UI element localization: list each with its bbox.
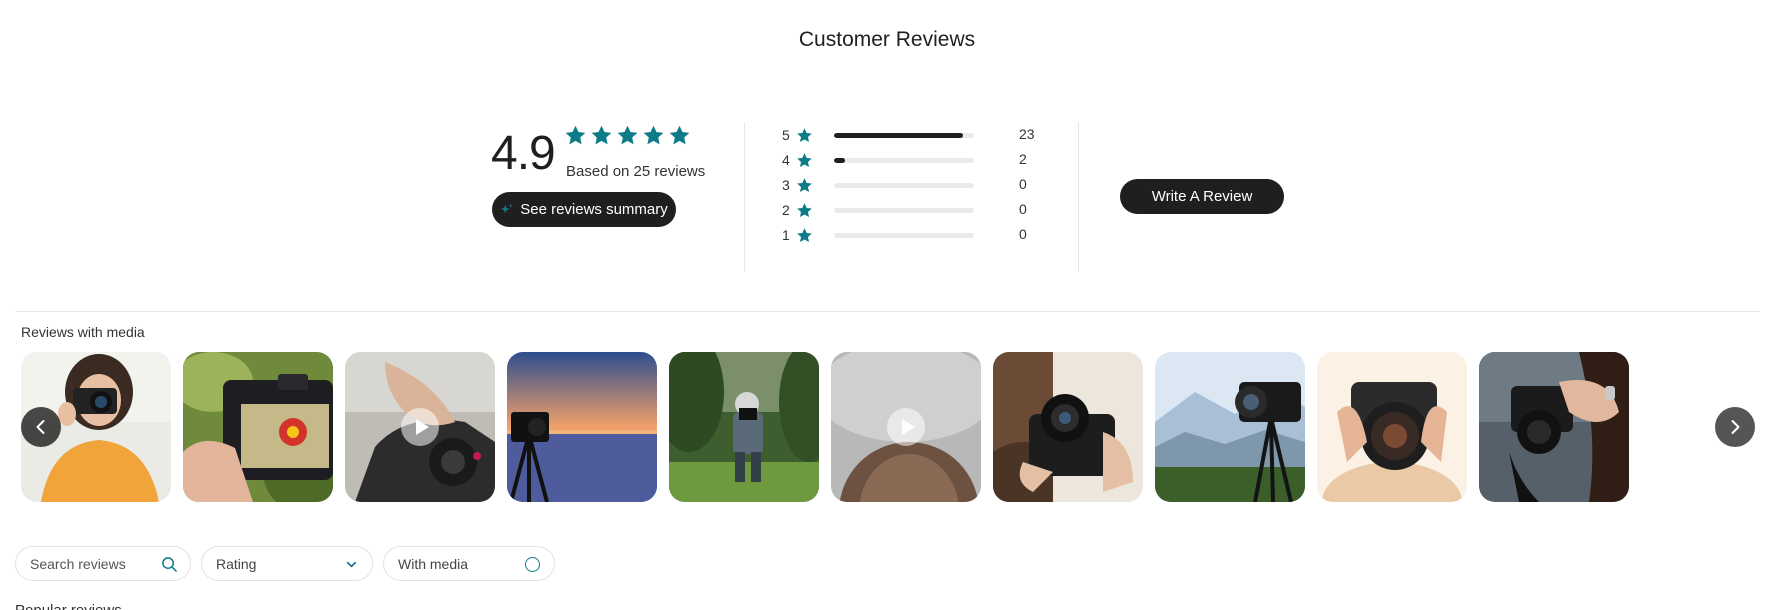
media-thumbnail[interactable] — [1317, 352, 1467, 502]
divider — [744, 122, 745, 272]
photo-sunset-tripod-icon — [507, 352, 657, 502]
average-rating: 4.9 — [491, 127, 556, 180]
photo-child-camera-icon — [669, 352, 819, 502]
photo-hands-dslr-icon — [993, 352, 1143, 502]
media-thumbnail[interactable] — [507, 352, 657, 502]
media-thumbnail[interactable] — [993, 352, 1143, 502]
rating-row-1[interactable]: 1 — [782, 224, 813, 246]
review-count-text: Based on 25 reviews — [566, 163, 706, 180]
rating-row-stars: 4 — [782, 152, 790, 168]
photo-mountain-tripod-icon — [1155, 352, 1305, 502]
search-input[interactable]: Search reviews — [15, 546, 191, 581]
rating-row-count: 2 — [1019, 151, 1027, 167]
star-icon — [797, 127, 812, 142]
rating-bar-track — [834, 158, 974, 163]
star-icon — [797, 152, 812, 167]
search-placeholder: Search reviews — [30, 555, 126, 572]
rating-row-count: 0 — [1019, 226, 1027, 242]
section-divider — [15, 311, 1760, 312]
play-icon — [401, 408, 439, 446]
carousel-next-button[interactable] — [1715, 407, 1755, 447]
rating-bar-track — [834, 183, 974, 188]
photo-lens-closeup-icon — [1317, 352, 1467, 502]
star-icon — [797, 202, 812, 217]
rating-row-count: 0 — [1019, 176, 1027, 192]
star-icon — [617, 125, 638, 145]
photo-camera-flower-icon — [183, 352, 333, 502]
rating-row-3[interactable]: 3 — [782, 174, 813, 196]
media-thumbnail[interactable] — [183, 352, 333, 502]
media-section-label: Reviews with media — [21, 324, 145, 340]
rating-bar-track — [834, 208, 974, 213]
chevron-right-icon — [1731, 420, 1740, 434]
media-thumbnail[interactable] — [1155, 352, 1305, 502]
with-media-toggle[interactable]: With media — [383, 546, 555, 581]
divider — [1078, 122, 1079, 272]
rating-row-stars: 5 — [782, 127, 790, 143]
chevron-down-icon — [346, 561, 357, 568]
star-icon — [565, 125, 586, 145]
rating-row-stars: 2 — [782, 202, 790, 218]
rating-row-stars: 1 — [782, 227, 790, 243]
chevron-left-icon — [36, 420, 45, 434]
star-icon — [669, 125, 690, 145]
rating-stars — [564, 124, 691, 147]
rating-row-4[interactable]: 4 — [782, 149, 813, 171]
sort-label: Popular reviews — [15, 602, 122, 610]
star-icon — [797, 177, 812, 192]
rating-row-stars: 3 — [782, 177, 790, 193]
star-icon — [591, 125, 612, 145]
search-icon — [162, 557, 177, 572]
write-review-button[interactable]: Write A Review — [1120, 179, 1284, 214]
page-title: Customer Reviews — [798, 28, 976, 51]
media-thumbnail[interactable] — [345, 352, 495, 502]
radio-icon — [525, 557, 540, 572]
with-media-label: With media — [398, 555, 469, 572]
star-icon — [797, 227, 812, 242]
rating-row-count: 23 — [1019, 126, 1035, 142]
rating-bar-track — [834, 133, 974, 138]
sparkle-icon — [501, 203, 514, 213]
media-thumbnail[interactable] — [669, 352, 819, 502]
photo-woman-holding-camera-icon — [1479, 352, 1629, 502]
rating-row-5[interactable]: 5 — [782, 124, 813, 146]
rating-row-count: 0 — [1019, 201, 1027, 217]
rating-bar-fill — [834, 133, 963, 138]
rating-select[interactable]: Rating — [201, 546, 373, 581]
rating-select-label: Rating — [216, 555, 257, 572]
rating-row-2[interactable]: 2 — [782, 199, 813, 221]
see-reviews-summary-label: See reviews summary — [520, 201, 668, 218]
media-thumbnail[interactable] — [1479, 352, 1629, 502]
rating-bar-fill — [834, 158, 846, 163]
carousel-prev-button[interactable] — [21, 407, 61, 447]
play-icon — [887, 408, 925, 446]
rating-bar-track — [834, 233, 974, 238]
media-thumbnail[interactable] — [831, 352, 981, 502]
star-icon — [643, 125, 664, 145]
see-reviews-summary-button[interactable]: See reviews summary — [492, 192, 676, 227]
